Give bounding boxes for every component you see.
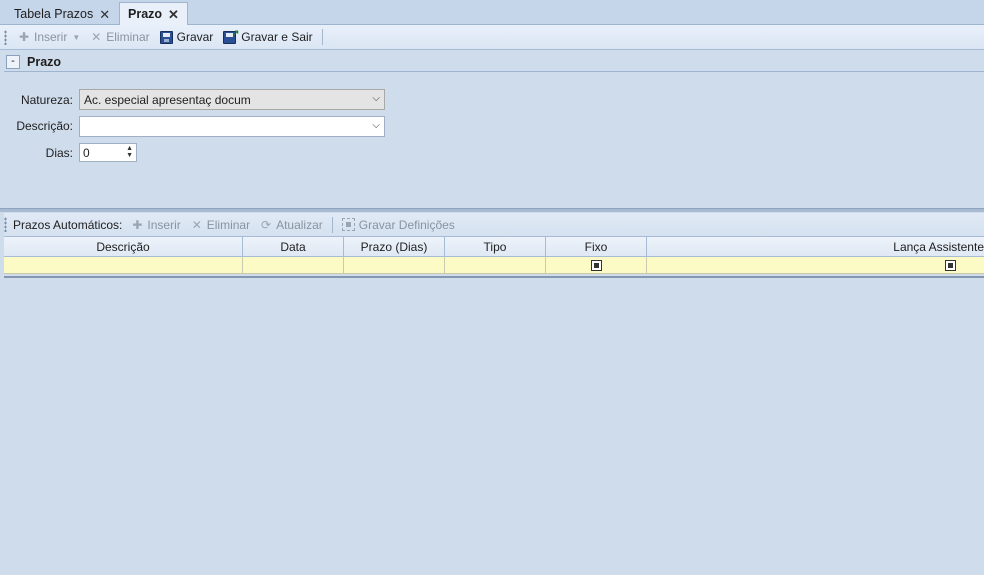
natureza-value: Ac. especial apresentaç docum <box>84 92 251 107</box>
save-button[interactable]: Gravar <box>155 27 219 47</box>
column-header-fixo[interactable]: Fixo <box>546 237 647 257</box>
refresh-icon: ⟳ <box>261 217 272 232</box>
toolbar-grip[interactable] <box>4 29 7 45</box>
close-icon[interactable]: ✕ <box>99 8 110 21</box>
toolbar-grip[interactable] <box>4 217 7 232</box>
toolbar-separator <box>331 216 333 233</box>
group-title: Prazo <box>27 54 62 69</box>
auto-delete-button[interactable]: ✕ Eliminar <box>186 215 255 235</box>
save-definitions-button[interactable]: Gravar Definições <box>337 215 460 235</box>
panel-splitter[interactable] <box>0 208 984 212</box>
toolbar-separator <box>321 29 323 45</box>
tab-tabela-prazos[interactable]: Tabela Prazos ✕ <box>6 3 118 25</box>
delete-label: Eliminar <box>106 30 150 44</box>
column-header-lanca-assistente[interactable]: Lança Assistente <box>647 237 984 257</box>
save-exit-icon: ↗ <box>223 28 239 44</box>
dias-value: 0 <box>83 145 90 160</box>
refresh-label: Atualizar <box>276 217 323 232</box>
dias-label: Dias: <box>45 146 73 160</box>
cell-descricao[interactable] <box>4 257 243 274</box>
plus-icon: ✚ <box>132 217 143 232</box>
floppy-disk-icon <box>159 30 173 44</box>
refresh-button[interactable]: ⟳ Atualizar <box>255 215 328 235</box>
spin-arrows-icon[interactable]: ▲ ▼ <box>126 145 133 159</box>
lanca-assistente-checkbox[interactable] <box>945 260 956 271</box>
dias-spinner[interactable]: 0 ▲ ▼ <box>79 143 137 162</box>
chevron-down-icon[interactable]: ▼ <box>72 33 80 42</box>
tab-bar: Tabela Prazos ✕ Prazo ✕ <box>0 0 984 25</box>
insert-label: Inserir <box>34 30 68 44</box>
column-header-data[interactable]: Data <box>243 237 344 257</box>
natureza-select[interactable]: Ac. especial apresentaç docum ⌵ <box>79 89 385 110</box>
plus-icon: ✚ <box>18 30 30 44</box>
fixo-checkbox[interactable] <box>590 260 602 271</box>
auto-toolbar: Prazos Automáticos: ✚ Inserir ✕ Eliminar… <box>4 213 984 237</box>
cell-tipo[interactable] <box>445 257 546 274</box>
delete-button[interactable]: ✕ Eliminar <box>85 27 154 47</box>
close-icon: ✕ <box>91 30 102 44</box>
grid-settings-icon <box>341 218 355 231</box>
auto-insert-button[interactable]: ✚ Inserir <box>126 215 185 235</box>
collapse-button[interactable]: - <box>6 54 20 69</box>
insert-button[interactable]: ✚ Inserir ▼ <box>13 27 85 47</box>
chevron-down-icon[interactable]: ⌵ <box>372 120 380 131</box>
auto-label: Prazos Automáticos: <box>13 217 123 232</box>
chevron-down-icon[interactable]: ⌵ <box>372 93 380 104</box>
save-definitions-label: Gravar Definições <box>358 217 455 232</box>
grid-header: Descrição Data Prazo (Dias) Tipo Fixo La… <box>4 237 984 257</box>
close-icon[interactable]: ✕ <box>168 8 179 21</box>
auto-insert-label: Inserir <box>147 217 181 232</box>
column-header-tipo[interactable]: Tipo <box>445 237 546 257</box>
cell-data[interactable] <box>243 257 344 274</box>
tab-label: Prazo <box>128 7 163 21</box>
main-toolbar: ✚ Inserir ▼ ✕ Eliminar Gravar ↗ Gravar e… <box>0 25 984 50</box>
column-header-prazo[interactable]: Prazo (Dias) <box>344 237 445 257</box>
save-exit-button[interactable]: ↗ Gravar e Sair <box>218 27 317 47</box>
tab-label: Tabela Prazos <box>14 7 94 21</box>
prazo-group-header: - Prazo <box>4 52 984 72</box>
auto-delete-label: Eliminar <box>206 217 251 232</box>
tab-prazo[interactable]: Prazo ✕ <box>119 2 188 25</box>
descricao-select[interactable]: ⌵ <box>79 116 385 137</box>
table-row[interactable] <box>4 257 984 274</box>
cell-fixo[interactable] <box>546 257 647 274</box>
save-label: Gravar <box>176 30 214 44</box>
close-icon: ✕ <box>191 217 202 232</box>
save-exit-label: Gravar e Sair <box>241 30 313 44</box>
column-header-descricao[interactable]: Descrição <box>4 237 243 257</box>
descricao-label: Descrição: <box>16 119 73 133</box>
prazos-grid: Descrição Data Prazo (Dias) Tipo Fixo La… <box>4 237 984 278</box>
cell-lanca-assistente[interactable] <box>647 257 984 274</box>
cell-prazo[interactable] <box>344 257 445 274</box>
natureza-label: Natureza: <box>20 93 73 107</box>
